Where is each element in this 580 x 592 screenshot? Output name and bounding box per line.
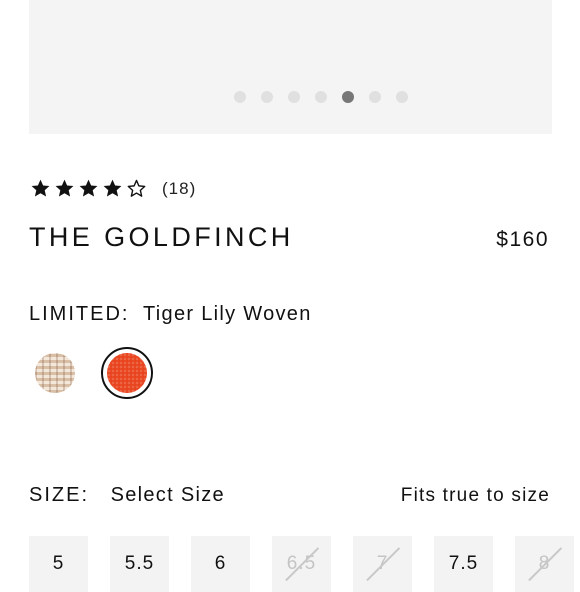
star-filled-icon <box>103 179 122 197</box>
review-count[interactable]: (18) <box>162 179 196 199</box>
star-filled-icon <box>55 179 74 197</box>
color-label: LIMITED: <box>29 303 130 325</box>
product-image-gallery[interactable] <box>29 0 552 134</box>
swatch-tiger-lily-fill <box>107 353 147 393</box>
fit-note: Fits true to size <box>400 485 550 506</box>
selected-size-value: Select Size <box>110 484 225 506</box>
star-filled-icon <box>31 179 50 197</box>
size-option-6[interactable]: 6 <box>191 536 250 592</box>
size-option-6-5[interactable]: 6.5 <box>272 536 331 592</box>
size-option-8[interactable]: 8 <box>515 536 574 592</box>
product-title: THE GOLDFINCH <box>29 222 294 252</box>
color-selection-label: LIMITED: Tiger Lily Woven <box>29 303 312 326</box>
gallery-dot-7[interactable] <box>396 91 408 103</box>
gallery-dot-6[interactable] <box>369 91 381 103</box>
size-option-5-5[interactable]: 5.5 <box>110 536 169 592</box>
size-options: 5 5.5 6 6.5 7 7.5 8 <box>29 536 574 592</box>
size-option-7-5[interactable]: 7.5 <box>434 536 493 592</box>
size-selection-label: SIZE: Select Size <box>29 484 225 507</box>
gallery-dot-2[interactable] <box>261 91 273 103</box>
gallery-dot-1[interactable] <box>234 91 246 103</box>
star-outline-icon <box>127 179 146 197</box>
gallery-dot-4[interactable] <box>315 91 327 103</box>
swatch-natural-woven[interactable] <box>35 353 75 393</box>
gallery-dot-3[interactable] <box>288 91 300 103</box>
selected-color-name: Tiger Lily Woven <box>143 303 312 325</box>
product-price: $160 <box>496 228 549 251</box>
gallery-dot-5[interactable] <box>342 91 354 103</box>
product-rating[interactable]: (18) <box>30 178 196 199</box>
size-option-5[interactable]: 5 <box>29 536 88 592</box>
size-option-7[interactable]: 7 <box>353 536 412 592</box>
gallery-pagination <box>234 91 408 103</box>
star-filled-icon <box>79 179 98 197</box>
swatch-tiger-lily-woven[interactable] <box>101 347 153 399</box>
size-label: SIZE: <box>29 484 90 506</box>
